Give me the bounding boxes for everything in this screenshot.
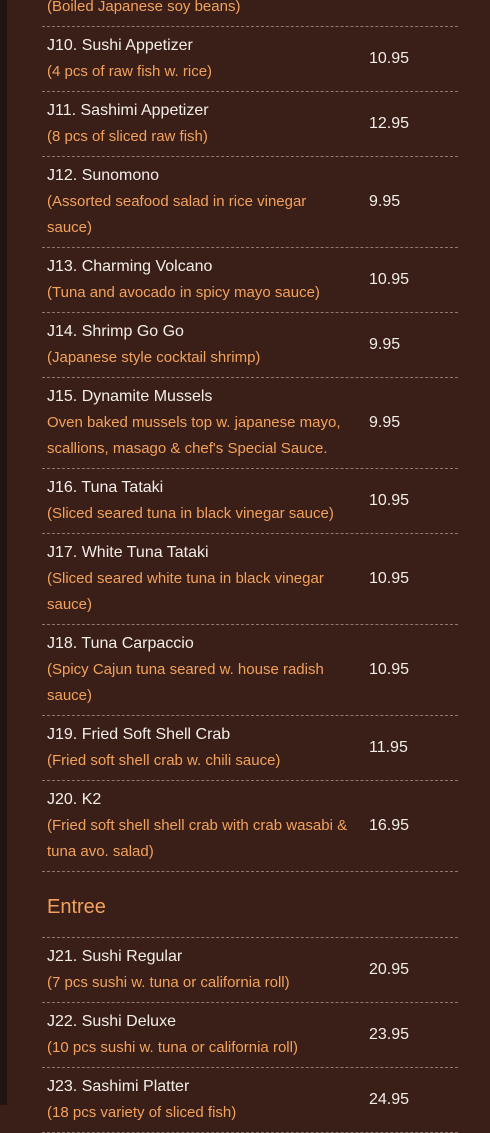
menu-item-price: 10.95: [369, 50, 410, 67]
menu-item-info: J15. Dynamite Mussels Oven baked mussels …: [42, 378, 341, 468]
menu-item-price: 23.95: [369, 1026, 410, 1043]
menu-item-spacer: [278, 27, 365, 91]
menu-item-row: J10. Sushi Appetizer (4 pcs of raw fish w…: [42, 27, 458, 92]
menu-item-spacer: [278, 1003, 365, 1067]
menu-item-name: J13. Charming Volcano: [47, 258, 213, 275]
menu-item-price: 11.95: [369, 739, 408, 756]
menu-item-info: J16. Tuna Tataki (Sliced seared tuna in b…: [42, 469, 334, 533]
menu-item-row: J12. Sunomono (Assorted seafood salad in …: [42, 157, 458, 248]
menu-item-row: J20. K2 (Fried soft shell shell crab with…: [42, 781, 458, 872]
menu-item-info: J14. Shrimp Go Go (Japanese style cocktai…: [42, 313, 278, 377]
menu-item-spacer: [278, 938, 365, 1002]
menu-item-name: J16. Tuna Tataki: [47, 479, 164, 496]
menu-item-spacer: [278, 625, 365, 715]
menu-item-row: J11. Sashimi Appetizer (8 pcs of sliced r…: [42, 92, 458, 157]
menu-item-price: 24.95: [369, 1091, 410, 1108]
menu-item-row: J22. Sushi Deluxe (10 pcs sushi w. tuna o…: [42, 1003, 458, 1068]
menu-item-name: J17. White Tuna Tataki: [47, 544, 209, 561]
menu-item-spacer: [278, 157, 365, 247]
menu-item-spacer: [278, 378, 365, 468]
menu-list: (Boiled Japanese soy beans) J10. Sushi Ap…: [42, 0, 458, 1133]
menu-item-info: J23. Sashimi Platter (18 pcs variety of s…: [42, 1068, 278, 1132]
menu-item-row: (Boiled Japanese soy beans): [42, 0, 458, 27]
menu-item-row: J17. White Tuna Tataki (Sliced seared whi…: [42, 534, 458, 625]
menu-item-price: 16.95: [369, 817, 410, 834]
menu-item-spacer: [278, 534, 365, 624]
menu-item-spacer: [278, 92, 365, 156]
menu-item-spacer: [278, 469, 365, 533]
menu-item-spacer: [278, 781, 365, 871]
menu-item-price: 20.95: [369, 961, 410, 978]
menu-item-name: J19. Fried Soft Shell Crab: [47, 726, 231, 743]
menu-item-price: 12.95: [369, 115, 410, 132]
menu-item-spacer: [278, 313, 365, 377]
menu-item-price: 10.95: [369, 271, 410, 288]
menu-item-name: J14. Shrimp Go Go: [47, 323, 184, 340]
menu-item-name: J23. Sashimi Platter: [47, 1078, 190, 1095]
entree-items: J21. Sushi Regular (7 pcs sushi w. tuna o…: [42, 938, 458, 1133]
menu-item-row: J21. Sushi Regular (7 pcs sushi w. tuna o…: [42, 938, 458, 1003]
menu-item-spacer: [278, 1068, 365, 1132]
menu-item-info: J11. Sashimi Appetizer (8 pcs of sliced r…: [42, 92, 278, 156]
menu-item-price: 9.95: [369, 414, 401, 431]
menu-item-row: J19. Fried Soft Shell Crab (Fried soft sh…: [42, 716, 458, 781]
menu-item-row: J23. Sashimi Platter (18 pcs variety of s…: [42, 1068, 458, 1133]
menu-item-price: 9.95: [369, 336, 401, 353]
menu-item-row: J18. Tuna Carpaccio (Spicy Cajun tuna sea…: [42, 625, 458, 716]
menu-item-spacer: [278, 0, 365, 26]
menu-item-info: J19. Fried Soft Shell Crab (Fried soft sh…: [42, 716, 280, 780]
menu-item-info: (Boiled Japanese soy beans): [42, 0, 278, 26]
menu-item-row: J15. Dynamite Mussels Oven baked mussels …: [42, 378, 458, 469]
menu-item-info: J12. Sunomono (Assorted seafood salad in …: [42, 157, 306, 247]
menu-item-name: J21. Sushi Regular: [47, 948, 183, 965]
menu-item-info: J20. K2 (Fried soft shell shell crab with…: [42, 781, 347, 871]
menu-item-info: J13. Charming Volcano (Tuna and avocado i…: [42, 248, 320, 312]
menu-item-name: J18. Tuna Carpaccio: [47, 635, 194, 652]
menu-item-name: J22. Sushi Deluxe: [47, 1013, 176, 1030]
menu-item-name: J12. Sunomono: [47, 167, 160, 184]
menu-item-row: J16. Tuna Tataki (Sliced seared tuna in b…: [42, 469, 458, 534]
menu-item-info: J10. Sushi Appetizer (4 pcs of raw fish w…: [42, 27, 278, 91]
menu-item-price: 10.95: [369, 661, 410, 678]
menu-item-name: J10. Sushi Appetizer: [47, 37, 193, 54]
left-edge-bar: [0, 0, 7, 1105]
menu-item-name: J20. K2: [47, 791, 102, 808]
menu-item-info: J17. White Tuna Tataki (Sliced seared whi…: [42, 534, 324, 624]
menu-item-price: 10.95: [369, 570, 410, 587]
menu-item-name: J15. Dynamite Mussels: [47, 388, 213, 405]
appetizer-items: (Boiled Japanese soy beans) J10. Sushi Ap…: [42, 0, 458, 872]
menu-item-spacer: [278, 248, 365, 312]
menu-item-info: J18. Tuna Carpaccio (Spicy Cajun tuna sea…: [42, 625, 324, 715]
section-header-entree: Entree: [42, 872, 458, 938]
menu-item-price: 9.95: [369, 193, 401, 210]
menu-item-row: J14. Shrimp Go Go (Japanese style cocktai…: [42, 313, 458, 378]
section-title: Entree: [47, 895, 106, 918]
menu-item-info: J22. Sushi Deluxe (10 pcs sushi w. tuna o…: [42, 1003, 298, 1067]
menu-item-row: J13. Charming Volcano (Tuna and avocado i…: [42, 248, 458, 313]
menu-item-info: J21. Sushi Regular (7 pcs sushi w. tuna o…: [42, 938, 290, 1002]
menu-item-name: J11. Sashimi Appetizer: [47, 102, 209, 119]
menu-item-price: [365, 0, 458, 26]
menu-item-price: 10.95: [369, 492, 410, 509]
menu-item-spacer: [278, 716, 365, 780]
